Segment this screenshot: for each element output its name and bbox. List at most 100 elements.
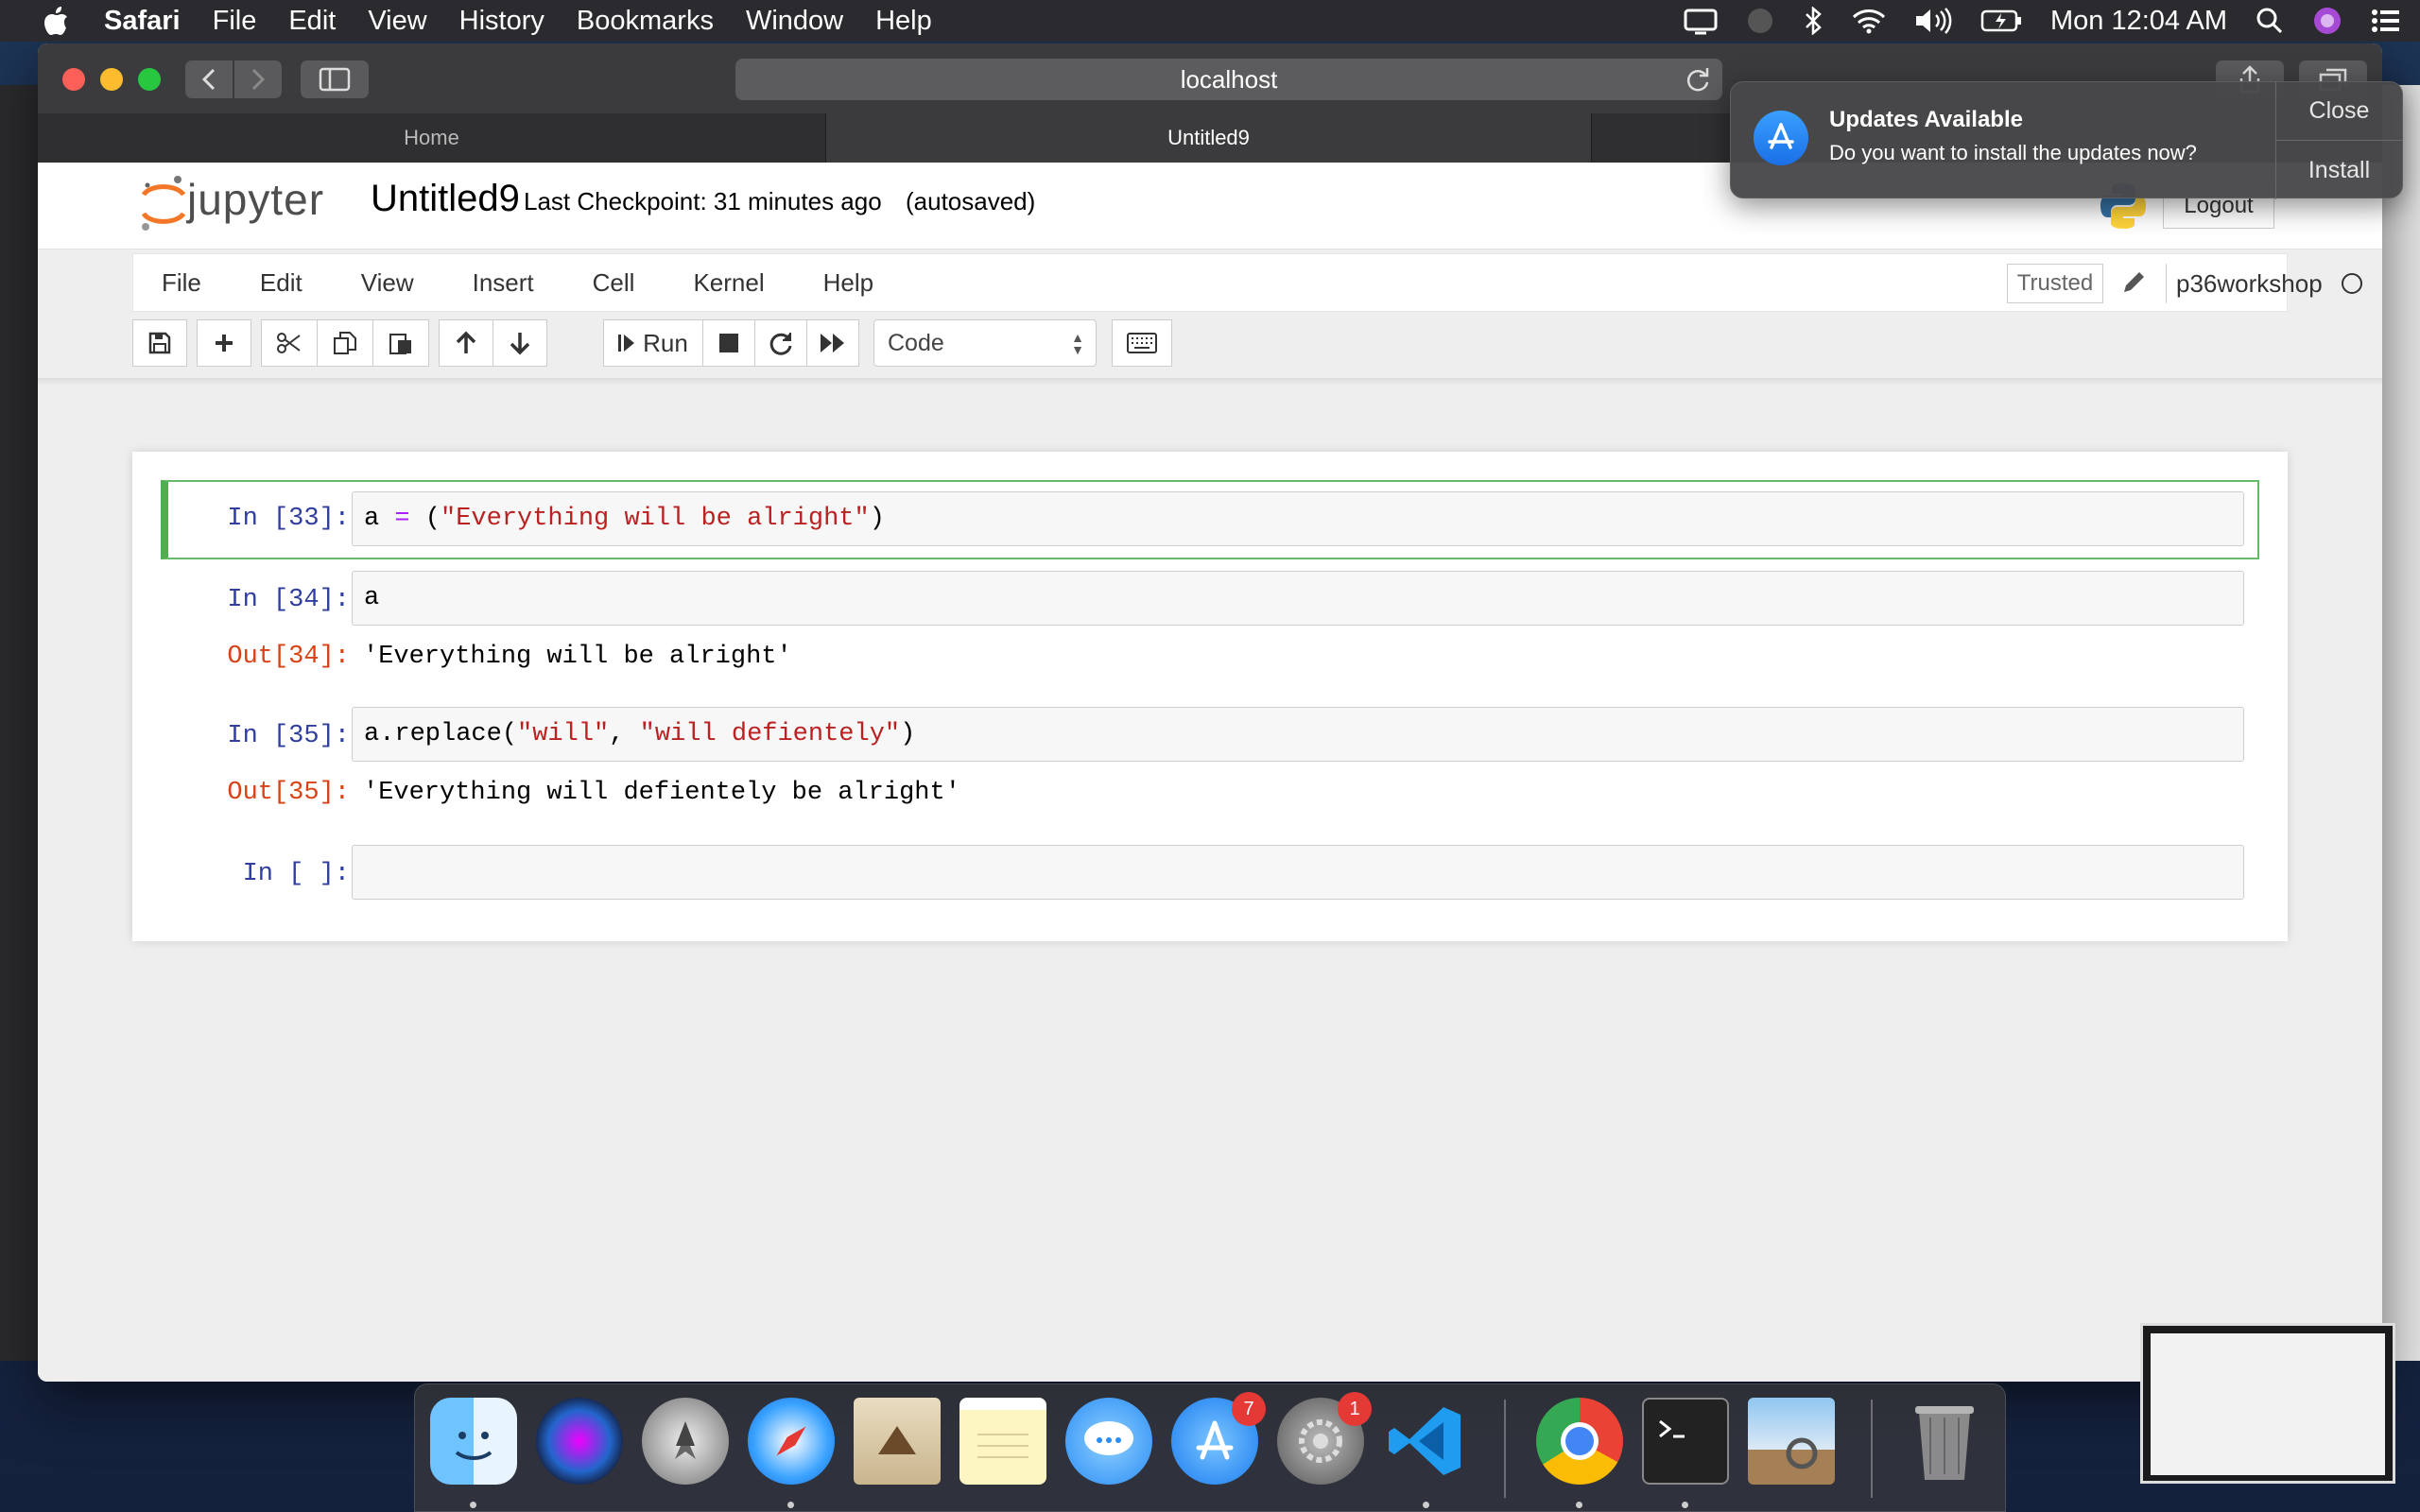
kernel-name[interactable]: p36workshop [2166,264,2323,303]
code-cell[interactable]: In [34]: a Out[34]: 'Everything will be … [161,569,2259,701]
cut-button[interactable] [261,319,318,367]
url-text: localhost [1180,64,1278,94]
menubar-file[interactable]: File [213,6,257,37]
finder-icon[interactable] [430,1398,517,1485]
stop-icon [719,334,738,352]
preview-icon[interactable] [1748,1398,1835,1485]
address-bar[interactable]: localhost [735,59,1722,100]
menu-cell[interactable]: Cell [593,268,635,298]
menubar-bookmarks[interactable]: Bookmarks [577,6,714,37]
checkpoint-status: Last Checkpoint: 31 minutes ago [524,187,882,215]
keyboard-icon [1127,333,1157,353]
run-button[interactable]: Run [603,319,703,367]
back-button[interactable] [185,60,233,98]
move-cell-up-button[interactable] [439,319,493,367]
bluetooth-icon[interactable] [1803,7,1824,35]
jupyter-logo[interactable]: jupyter [140,174,386,234]
vscode-icon[interactable] [1383,1398,1470,1485]
command-palette-button[interactable] [1112,319,1172,367]
code-input[interactable] [352,845,2244,900]
safari-window: localhost Home Untitled9 jupyter Untitle… [38,43,2382,1382]
wifi-icon[interactable] [1852,8,1886,34]
notebook-title[interactable]: Untitled9 [371,178,520,220]
tab-untitled9[interactable]: Untitled9 [826,113,1592,163]
mail-icon[interactable] [854,1398,941,1485]
trash-icon[interactable] [1901,1398,1988,1485]
cell-output: 'Everything will defientely be alright' [363,779,960,807]
background-window [0,85,40,1361]
menubar-edit[interactable]: Edit [288,6,336,37]
code-input[interactable]: a [352,571,2244,626]
tab-label: Untitled9 [1167,126,1250,149]
code-cell-selected[interactable]: In [33]: a = ("Everything will be alrigh… [161,480,2259,559]
do-not-disturb-icon[interactable] [1746,7,1774,35]
paste-button[interactable] [372,319,429,367]
sidebar-toggle-button[interactable] [301,60,369,98]
screenshot-thumbnail[interactable] [2140,1323,2395,1484]
notification-title: Updates Available [1829,107,2023,132]
tab-home[interactable]: Home [38,113,826,163]
messages-icon[interactable] [1065,1398,1152,1485]
edit-mode-pencil-icon [2124,272,2144,292]
menubar-help[interactable]: Help [875,6,932,37]
menu-view[interactable]: View [361,268,414,298]
spotlight-icon[interactable] [2256,7,2284,35]
volume-icon[interactable] [1914,7,1952,35]
notes-icon[interactable] [959,1398,1046,1485]
menubar-clock[interactable]: Mon 12:04 AM [2050,6,2227,37]
notification-install-button[interactable]: Install [2276,141,2402,199]
select-arrows-icon: ▲ ▼ [1071,330,1084,357]
trusted-indicator[interactable]: Trusted [2007,264,2103,303]
menubar-view[interactable]: View [368,6,426,37]
run-label: Run [643,328,688,357]
copy-button[interactable] [317,319,373,367]
menu-help[interactable]: Help [823,268,873,298]
menubar-window[interactable]: Window [746,6,843,37]
insert-cell-below-button[interactable] [197,319,251,367]
forward-button[interactable] [234,60,282,98]
restart-icon [769,333,792,355]
system-preferences-icon[interactable]: 1 [1277,1392,1372,1485]
notification-center-icon[interactable] [2371,8,2401,34]
save-icon [148,332,171,354]
step-forward-icon [618,335,635,352]
sidebar-icon [319,67,351,92]
move-cell-down-button[interactable] [493,319,547,367]
code-input[interactable]: a.replace("will", "will defientely") [352,707,2244,762]
chrome-icon[interactable] [1536,1398,1623,1485]
safari-icon[interactable] [748,1398,835,1485]
notification-center-alert-icon[interactable] [1684,7,1718,35]
menu-kernel[interactable]: Kernel [693,268,764,298]
menu-insert[interactable]: Insert [473,268,534,298]
notification-close-button[interactable]: Close [2276,82,2402,141]
updates-notification: Updates Available Do you want to install… [1730,81,2403,199]
terminal-icon[interactable] [1642,1398,1729,1485]
restart-kernel-button[interactable] [754,319,807,367]
launchpad-icon[interactable] [642,1398,729,1485]
empty-code-cell[interactable]: In [ ]: [161,843,2259,909]
siri-menubar-icon[interactable] [2312,6,2342,36]
code-input[interactable]: a = ("Everything will be alright") [352,491,2244,546]
siri-icon[interactable] [536,1398,623,1485]
close-window-button[interactable] [62,68,85,91]
zoom-window-button[interactable] [138,68,161,91]
jupyter-page: jupyter Untitled9 Last Checkpoint: 31 mi… [38,163,2382,1382]
interrupt-kernel-button[interactable] [702,319,755,367]
save-button[interactable] [132,319,187,367]
menu-edit[interactable]: Edit [260,268,302,298]
dock-separator [1871,1400,1873,1498]
code-cell[interactable]: In [35]: a.replace("will", "will defient… [161,705,2259,837]
reload-icon[interactable] [1685,66,1711,93]
chevron-right-icon [251,68,266,91]
output-prompt: Out[35]: [227,779,350,807]
battery-icon[interactable] [1980,9,2022,33]
minimize-window-button[interactable] [100,68,123,91]
app-store-icon[interactable]: 7 [1171,1392,1266,1485]
kernel-idle-indicator [2342,273,2362,294]
menubar-history[interactable]: History [459,6,544,37]
menubar-app-name[interactable]: Safari [104,6,181,37]
menu-file[interactable]: File [162,268,201,298]
apple-menu-icon[interactable] [36,0,78,42]
restart-run-all-button[interactable] [806,319,859,367]
cell-type-select[interactable]: Code ▲ ▼ [873,319,1097,367]
